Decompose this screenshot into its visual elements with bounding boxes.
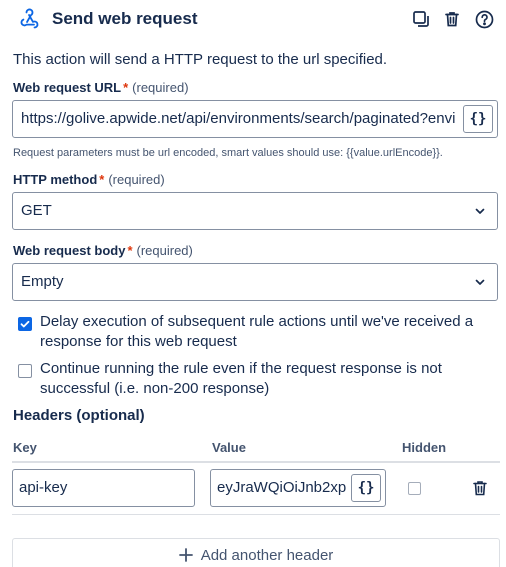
headers-section-title: Headers (optional) — [13, 407, 145, 424]
body-select-value: Empty — [21, 273, 64, 290]
page-title: Send web request — [52, 9, 198, 28]
header-value-value: eyJraWQiOiJnb2xp — [217, 479, 347, 496]
table-header-divider — [12, 461, 500, 463]
url-input-value: https://golive.apwide.net/api/environmen… — [21, 110, 456, 127]
webhook-icon — [17, 7, 41, 31]
required-text: (required) — [136, 243, 193, 258]
body-label-text: Web request body — [13, 243, 126, 258]
url-input[interactable]: https://golive.apwide.net/api/environmen… — [12, 100, 498, 138]
column-header-hidden: Hidden — [402, 440, 447, 455]
trash-icon[interactable] — [441, 8, 463, 30]
required-mark: * — [123, 80, 129, 95]
checkmark-icon — [20, 320, 30, 328]
delete-header-icon[interactable] — [471, 479, 489, 497]
header-key-value: api-key — [19, 479, 68, 496]
add-header-button[interactable]: Add another header — [12, 538, 500, 567]
required-text: (required) — [108, 172, 165, 187]
continue-on-error-checkbox[interactable] — [18, 364, 32, 378]
add-header-label: Add another header — [200, 546, 334, 564]
required-mark: * — [127, 243, 133, 258]
method-select[interactable]: GET — [12, 192, 498, 230]
url-label: Web request URL * (required) — [13, 80, 189, 96]
table-row-divider — [12, 514, 500, 515]
column-header-key: Key — [13, 440, 37, 455]
url-label-text: Web request URL — [13, 80, 122, 95]
delay-execution-checkbox[interactable] — [18, 317, 32, 331]
chevron-down-icon — [475, 279, 485, 285]
method-select-value: GET — [21, 202, 52, 219]
body-label: Web request body * (required) — [13, 243, 193, 259]
action-description: This action will send a HTTP request to … — [13, 51, 388, 68]
required-text: (required) — [132, 80, 189, 95]
column-header-value: Value — [212, 440, 246, 455]
required-mark: * — [99, 172, 105, 187]
url-hint: Request parameters must be url encoded, … — [13, 147, 443, 159]
plus-icon — [178, 548, 193, 562]
continue-on-error-label[interactable]: Continue running the rule even if the re… — [40, 359, 490, 399]
chevron-down-icon — [475, 208, 485, 214]
duplicate-icon[interactable] — [410, 8, 432, 30]
smart-value-button[interactable]: {} — [351, 474, 381, 502]
method-label-text: HTTP method — [13, 172, 98, 187]
header-hidden-checkbox[interactable] — [408, 482, 421, 495]
body-select[interactable]: Empty — [12, 263, 498, 301]
help-icon[interactable] — [473, 8, 495, 30]
smart-value-button[interactable]: {} — [463, 105, 493, 133]
header-key-input[interactable]: api-key — [12, 469, 195, 507]
method-label: HTTP method * (required) — [13, 172, 165, 188]
header-value-input[interactable]: eyJraWQiOiJnb2xp {} — [210, 469, 386, 507]
delay-execution-label[interactable]: Delay execution of subsequent rule actio… — [40, 312, 490, 352]
